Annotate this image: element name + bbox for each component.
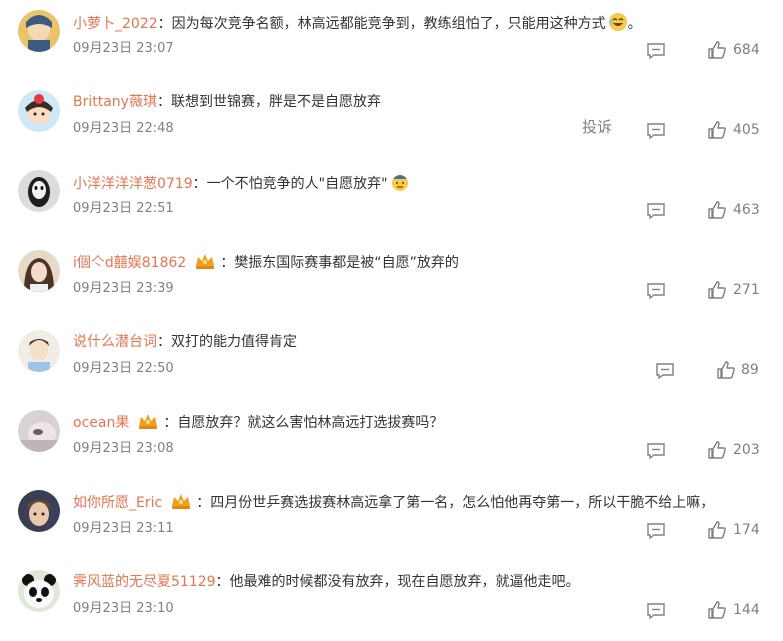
like-icon[interactable] [707, 120, 727, 140]
comment-item: Brittany薇琪：联想到世锦赛，胖是不是自愿放弃 09月23日 22:48 … [0, 80, 783, 160]
reply-icon[interactable] [646, 122, 666, 140]
comment-text: 四月份世乒赛选拔赛林高远拿了第一名，怎么怕他再夺第一，所以干脆不给上嘛， [210, 495, 715, 511]
like-icon[interactable] [707, 40, 727, 60]
comment-text: 一个不怕竞争的人"自愿放弃" [206, 176, 388, 192]
like-icon[interactable] [707, 520, 727, 540]
awkward-emoji-icon [390, 172, 410, 198]
comment-time: 09月23日 22:50 [73, 361, 174, 376]
avatar[interactable] [18, 490, 60, 532]
username-link[interactable]: Brittany薇琪 [73, 94, 157, 110]
username-link[interactable]: 说什么潜台词 [73, 334, 157, 350]
like-icon[interactable] [707, 600, 727, 620]
like-icon[interactable] [707, 200, 727, 220]
comment-text-line: i個亽d囍娱81862 ：樊振东国际赛事都是被“自愿”放弃的 [73, 252, 459, 276]
comment-item: 如你所愿_Eric ：四月份世乒赛选拔赛林高远拿了第一名，怎么怕他再夺第一，所以干… [0, 480, 783, 560]
comment-time: 09月23日 23:10 [73, 601, 174, 616]
comment-text-line: 小萝卜_2022：因为每次竞争名额，林高远都能竞争到，教练组怕了，只能用这种方式… [73, 12, 642, 38]
reply-icon[interactable] [646, 442, 666, 460]
avatar[interactable] [18, 10, 60, 52]
like-icon[interactable] [716, 360, 736, 380]
comment-text: 联想到世锦赛，胖是不是自愿放弃 [170, 94, 381, 110]
comment-text: 他最难的时候都没有放弃，现在自愿放弃，就逼他走吧。 [229, 574, 580, 590]
like-count: 684 [733, 42, 760, 58]
comment-time: 09月23日 23:11 [73, 521, 174, 536]
reply-icon[interactable] [655, 362, 675, 380]
like-icon[interactable] [707, 280, 727, 300]
avatar[interactable] [18, 250, 60, 292]
vip-crown-icon [137, 412, 159, 436]
report-button[interactable]: 投诉 [582, 117, 612, 137]
vip-crown-icon [170, 492, 192, 516]
avatar[interactable] [18, 410, 60, 452]
comment-time: 09月23日 22:51 [73, 201, 174, 216]
reply-icon[interactable] [646, 602, 666, 620]
like-count: 203 [733, 442, 760, 458]
like-count: 405 [733, 122, 760, 138]
username-link[interactable]: ocean果 [73, 415, 129, 431]
comment-text: 双打的能力值得肯定 [171, 334, 297, 350]
username-link[interactable]: 霁风蓝的无尽夏51129 [73, 574, 216, 590]
username-link[interactable]: i個亽d囍娱81862 [73, 255, 186, 271]
comment-text: 自愿放弃？就这么害怕林高远打选拔赛吗？ [177, 415, 444, 431]
username-link[interactable]: 如你所愿_Eric [73, 495, 162, 511]
like-count: 271 [733, 282, 760, 298]
comment-item: ocean果 ：自愿放弃？就这么害怕林高远打选拔赛吗？ 09月23日 23:08 … [0, 400, 783, 480]
avatar[interactable] [18, 330, 60, 372]
comment-time: 09月23日 23:07 [73, 41, 174, 56]
username-link[interactable]: 小洋洋洋洋葱0719 [73, 176, 193, 192]
avatar[interactable] [18, 170, 60, 212]
like-count: 463 [733, 202, 760, 218]
laughing-emoji-icon [608, 12, 628, 38]
avatar[interactable] [18, 570, 60, 612]
reply-icon[interactable] [646, 42, 666, 60]
comment-text-line: Brittany薇琪：联想到世锦赛，胖是不是自愿放弃 [73, 94, 381, 110]
like-icon[interactable] [707, 440, 727, 460]
comment-time: 09月23日 23:39 [73, 281, 174, 296]
comment-time: 09月23日 22:48 [73, 121, 174, 136]
comment-text-line: 小洋洋洋洋葱0719：一个不怕竞争的人"自愿放弃" [73, 172, 410, 198]
comment-text-line: ocean果 ：自愿放弃？就这么害怕林高远打选拔赛吗？ [73, 412, 443, 436]
comment-text-line: 霁风蓝的无尽夏51129：他最难的时候都没有放弃，现在自愿放弃，就逼他走吧。 [73, 574, 580, 590]
comment-text-line: 如你所愿_Eric ：四月份世乒赛选拔赛林高远拿了第一名，怎么怕他再夺第一，所以干… [73, 492, 714, 516]
username-link[interactable]: 小萝卜_2022 [73, 16, 158, 32]
avatar[interactable] [18, 90, 60, 132]
reply-icon[interactable] [646, 202, 666, 220]
reply-icon[interactable] [646, 522, 666, 540]
vip-crown-icon [194, 252, 216, 276]
comment-item: i個亽d囍娱81862 ：樊振东国际赛事都是被“自愿”放弃的 09月23日 23:… [0, 240, 783, 320]
comment-text-line: 说什么潜台词：双打的能力值得肯定 [73, 334, 297, 350]
comment-item: 小洋洋洋洋葱0719：一个不怕竞争的人"自愿放弃" 09月23日 22:51 4… [0, 160, 783, 240]
reply-icon[interactable] [646, 282, 666, 300]
comment-item: 霁风蓝的无尽夏51129：他最难的时候都没有放弃，现在自愿放弃，就逼他走吧。 0… [0, 560, 783, 640]
comment-text: 樊振东国际赛事都是被“自愿”放弃的 [234, 255, 459, 271]
like-count: 144 [733, 602, 760, 618]
comment-item: 说什么潜台词：双打的能力值得肯定 09月23日 22:50 89 [0, 320, 783, 400]
like-count: 89 [741, 362, 759, 378]
comment-item: 小萝卜_2022：因为每次竞争名额，林高远都能竞争到，教练组怕了，只能用这种方式… [0, 0, 783, 80]
like-count: 174 [733, 522, 760, 538]
comment-time: 09月23日 23:08 [73, 441, 174, 456]
comment-text: 因为每次竞争名额，林高远都能竞争到，教练组怕了，只能用这种方式 [171, 16, 606, 32]
